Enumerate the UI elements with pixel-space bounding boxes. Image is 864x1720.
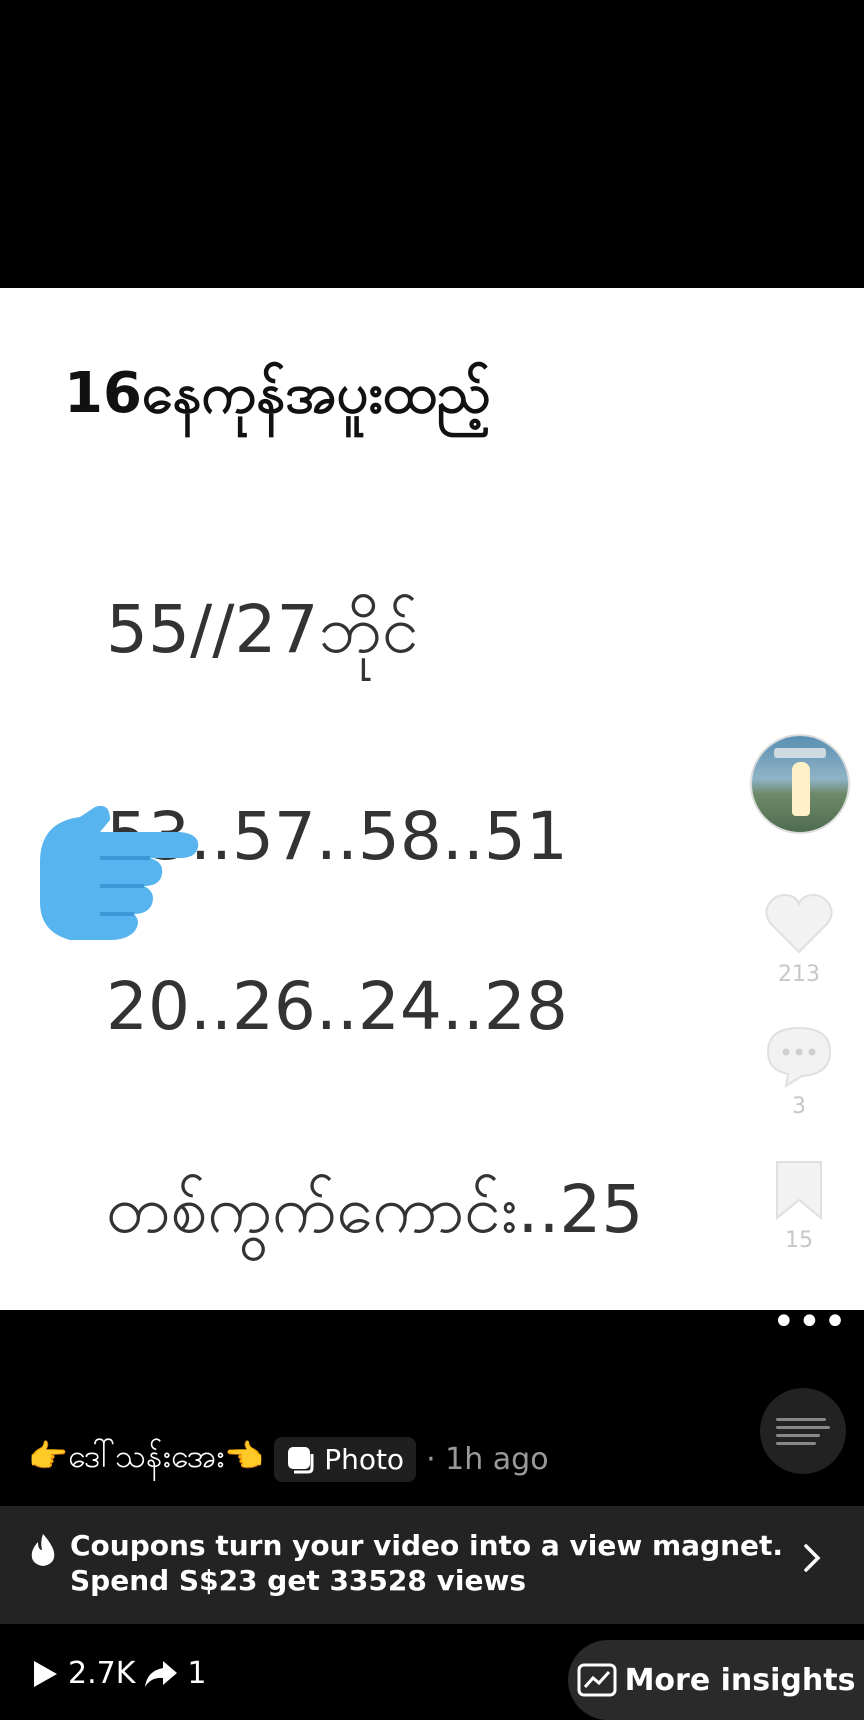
more-insights-button[interactable]: More insights [568, 1640, 864, 1720]
author-avatar[interactable] [750, 734, 850, 834]
post-time: · 1h ago [426, 1441, 549, 1477]
post-title: 16နေကုန်အပူးထည့် [64, 361, 491, 426]
comment-button[interactable]: 3 [760, 1024, 838, 1119]
share-count: 1 [187, 1656, 207, 1691]
photo-icon [288, 1447, 314, 1474]
view-count: 2.7K [68, 1656, 136, 1691]
photo-chip-label: Photo [324, 1442, 405, 1476]
post-line-1: 55//27ဘိုင် [106, 591, 419, 668]
bookmark-icon [776, 1161, 822, 1221]
post-line-4: တစ်ကွက်ကောင်း..25 [106, 1171, 644, 1248]
chevron-right-icon[interactable] [800, 1542, 824, 1574]
fire-icon [31, 1534, 55, 1566]
play-icon [34, 1660, 57, 1687]
more-insights-label: More insights [624, 1662, 856, 1698]
save-button[interactable]: 15 [760, 1158, 838, 1253]
post-line-3: 20..26..24..28 [106, 968, 568, 1045]
like-button[interactable]: 213 [760, 890, 838, 987]
comment-count: 3 [792, 1094, 806, 1119]
post-content-card[interactable]: 16နေကုန်အပူးထည့် 55//27ဘိုင် 53..57..58.… [0, 288, 864, 1310]
coupon-promo-bar[interactable]: Coupons turn your video into a view magn… [0, 1506, 864, 1624]
heart-icon [765, 894, 833, 954]
comment-icon [766, 1026, 832, 1089]
caption-row: 👉ဒေါ်သန်းအေး👈 Photo · 1h ago [28, 1434, 549, 1484]
hand-pointer-icon [40, 805, 199, 940]
save-count: 15 [785, 1228, 813, 1253]
like-count: 213 [778, 962, 820, 987]
coupon-line-2: Spend S$23 get 33528 views [70, 1564, 526, 1597]
chart-icon [577, 1663, 617, 1697]
stats-row: 2.7K 1 [30, 1656, 206, 1691]
sound-thumbnail[interactable] [760, 1388, 846, 1474]
coupon-line-1: Coupons turn your video into a view magn… [70, 1529, 784, 1562]
share-icon [145, 1660, 178, 1687]
photo-chip[interactable]: Photo [274, 1436, 417, 1482]
author-name[interactable]: 👉ဒေါ်သန်းအေး👈 [28, 1435, 264, 1483]
more-icon[interactable]: ••• [772, 1302, 849, 1342]
